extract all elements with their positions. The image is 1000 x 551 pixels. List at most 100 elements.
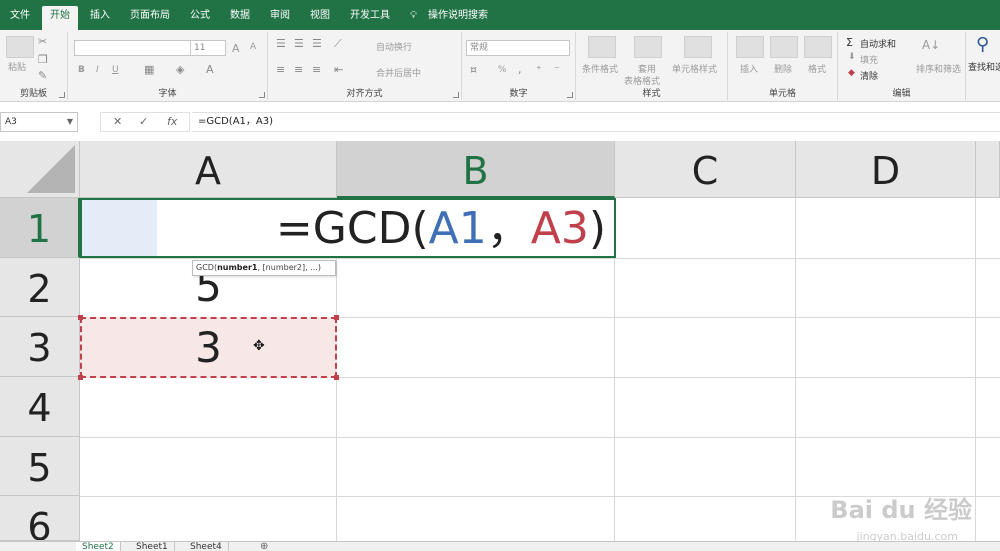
row-header-5[interactable]: 5 xyxy=(0,437,80,496)
cut-icon[interactable]: ✂ xyxy=(38,36,47,48)
wrap-text-button[interactable]: 自动换行 xyxy=(376,40,412,53)
row-header-3[interactable]: 3 xyxy=(0,317,80,377)
tab-insert[interactable]: 插入 xyxy=(82,6,118,30)
column-header-b[interactable]: B xyxy=(337,141,615,198)
name-box[interactable]: A3 ▼ xyxy=(0,112,78,132)
sheet-tab-bar: Sheet2 Sheet1 Sheet4 ⊕ xyxy=(0,541,1000,551)
percent-button[interactable]: % xyxy=(498,65,507,75)
cell-b1-formula: =GCD(A1，A3) xyxy=(276,204,606,254)
align-left-icon[interactable]: ≡ xyxy=(276,64,285,76)
row-header-4[interactable]: 4 xyxy=(0,377,80,437)
copy-icon[interactable]: ❐ xyxy=(38,54,48,66)
align-bottom-icon[interactable]: ☰ xyxy=(312,38,322,50)
delete-cells-button[interactable]: 删除 xyxy=(774,62,792,75)
tab-developer[interactable]: 开发工具 xyxy=(342,6,398,30)
conditional-format-button[interactable]: 条件格式 xyxy=(582,62,618,75)
cell-styles-icon[interactable] xyxy=(684,36,712,58)
align-center-icon[interactable]: ≡ xyxy=(294,64,303,76)
resize-handle[interactable] xyxy=(334,375,339,380)
paste-icon[interactable] xyxy=(6,36,34,58)
clipboard-launcher[interactable] xyxy=(59,92,65,98)
borders-icon[interactable]: ▦ xyxy=(144,64,154,76)
underline-button[interactable]: U xyxy=(112,65,119,75)
font-color-icon[interactable]: A xyxy=(206,64,214,76)
tab-page-layout[interactable]: 页面布局 xyxy=(122,6,178,30)
insert-cells-icon[interactable] xyxy=(736,36,764,58)
formula-input[interactable]: =GCD(A1，A3) xyxy=(192,112,1000,132)
lightbulb-icon[interactable]: 💡︎ xyxy=(410,6,417,26)
cell-styles-button[interactable]: 单元格样式 xyxy=(672,62,717,75)
group-clipboard: 粘贴 ✂ ❐ ✎ 剪贴板 xyxy=(0,32,68,100)
column-header-d[interactable]: D xyxy=(796,141,976,198)
font-size-select[interactable]: 11 xyxy=(190,40,226,56)
font-name-select[interactable] xyxy=(74,40,192,56)
tab-review[interactable]: 审阅 xyxy=(262,6,298,30)
sheet-tab-sheet4[interactable]: Sheet4 xyxy=(184,542,229,551)
fill-color-icon[interactable]: ◈ xyxy=(176,64,184,76)
merge-center-button[interactable]: 合并后居中 xyxy=(376,66,421,79)
sort-filter-button[interactable]: 排序和筛选 xyxy=(916,62,961,75)
cancel-icon[interactable]: ✕ xyxy=(113,115,122,128)
align-top-icon[interactable]: ☰ xyxy=(276,38,286,50)
increase-decimal-icon[interactable]: ⁺ xyxy=(536,64,542,76)
function-argument-tooltip[interactable]: GCD(number1, [number2], ...) xyxy=(192,260,336,276)
insert-cells-button[interactable]: 插入 xyxy=(740,62,758,75)
decrease-decimal-icon[interactable]: ⁻ xyxy=(554,64,560,76)
tab-data[interactable]: 数据 xyxy=(222,6,258,30)
shrink-font-button[interactable]: A xyxy=(250,42,256,52)
conditional-format-icon[interactable] xyxy=(588,36,616,58)
column-header-a[interactable]: A xyxy=(80,141,337,198)
fill-button[interactable]: 填充 xyxy=(860,53,878,66)
alignment-launcher[interactable] xyxy=(453,92,459,98)
resize-handle[interactable] xyxy=(78,375,83,380)
row-header-6[interactable]: 6 xyxy=(0,496,80,541)
enter-icon[interactable]: ✓ xyxy=(139,115,148,128)
group-alignment: ☰ ☰ ☰ ⟋ 自动换行 ≡ ≡ ≡ ⇤ 合并后居中 对齐方式 xyxy=(268,32,462,100)
sheet-tab-sheet2[interactable]: Sheet2 xyxy=(76,542,121,551)
tab-formulas[interactable]: 公式 xyxy=(182,6,218,30)
number-launcher[interactable] xyxy=(567,92,573,98)
autosum-button[interactable]: 自动求和 xyxy=(860,37,896,50)
row-header-2[interactable]: 2 xyxy=(0,258,80,317)
align-middle-icon[interactable]: ☰ xyxy=(294,38,304,50)
bold-button[interactable]: B xyxy=(78,65,85,75)
chevron-down-icon[interactable]: ▼ xyxy=(67,113,73,131)
format-cells-icon[interactable] xyxy=(804,36,832,58)
tab-home[interactable]: 开始 xyxy=(42,6,78,30)
sheet-tab-sheet1[interactable]: Sheet1 xyxy=(130,542,175,551)
magnifier-icon[interactable]: ⚲ xyxy=(976,34,989,55)
format-painter-icon[interactable]: ✎ xyxy=(38,70,47,82)
number-format-select[interactable]: 常规 xyxy=(466,40,570,56)
sort-filter-icon[interactable]: A↓ xyxy=(922,38,940,52)
tab-file[interactable]: 文件 xyxy=(6,6,34,30)
select-all-button[interactable] xyxy=(0,141,80,198)
plus-icon[interactable]: ⊕ xyxy=(260,542,268,551)
grow-font-button[interactable]: A xyxy=(232,42,240,55)
tooltip-arg-active: number1 xyxy=(217,263,258,272)
paste-button[interactable]: 粘贴 xyxy=(8,60,26,73)
italic-button[interactable]: I xyxy=(96,65,99,75)
ribbon-tab-bar: 文件 开始 插入 页面布局 公式 数据 审阅 视图 开发工具 💡︎ 操作说明搜索 xyxy=(0,0,1000,30)
clear-button[interactable]: 清除 xyxy=(860,69,878,82)
orientation-icon[interactable]: ⟋ xyxy=(334,38,342,50)
format-cells-button[interactable]: 格式 xyxy=(808,62,826,75)
align-right-icon[interactable]: ≡ xyxy=(312,64,321,76)
format-table-icon[interactable] xyxy=(634,36,662,58)
indent-icon[interactable]: ⇤ xyxy=(334,64,343,76)
tab-view[interactable]: 视图 xyxy=(302,6,338,30)
column-header-e[interactable] xyxy=(976,141,1000,198)
insert-function-icon[interactable]: fx xyxy=(167,115,177,128)
fill-icon[interactable]: ⬇ xyxy=(848,52,856,62)
font-launcher[interactable] xyxy=(259,92,265,98)
currency-icon[interactable]: ¤ xyxy=(470,64,477,76)
sigma-icon[interactable]: Σ xyxy=(846,36,853,49)
column-header-c[interactable]: C xyxy=(615,141,796,198)
comma-icon[interactable]: , xyxy=(518,64,522,76)
baidu-watermark: Bai du 经验 xyxy=(830,496,972,524)
cell-b1-editor[interactable]: =GCD(A1，A3) xyxy=(80,198,616,258)
row-header-1[interactable]: 1 xyxy=(0,198,80,258)
eraser-icon[interactable]: ◆ xyxy=(848,68,855,78)
tell-me-search[interactable]: 操作说明搜索 xyxy=(428,6,488,26)
delete-cells-icon[interactable] xyxy=(770,36,798,58)
find-select-button[interactable]: 查找和选 xyxy=(968,60,1000,73)
